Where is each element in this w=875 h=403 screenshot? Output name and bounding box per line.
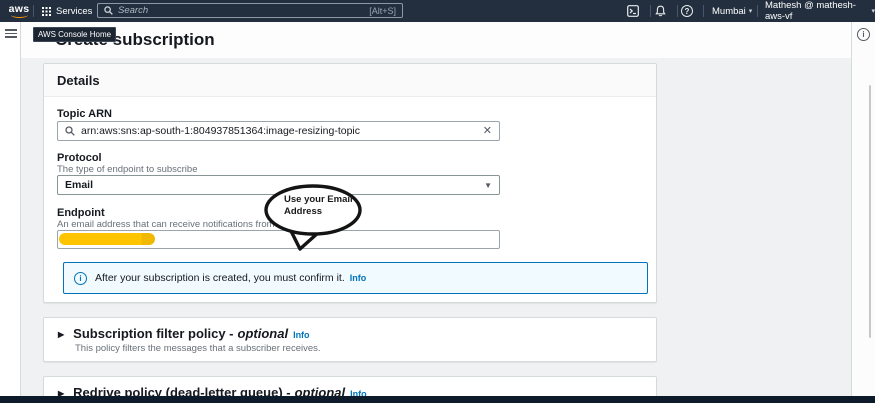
filter-policy-info-link[interactable]: Info <box>293 330 310 340</box>
topic-arn-input[interactable]: arn:aws:sns:ap-south-1:804937851364:imag… <box>57 121 500 141</box>
grid-icon <box>42 6 51 16</box>
clear-input-icon[interactable]: ✕ <box>483 125 492 137</box>
filter-policy-description: This policy filters the messages that a … <box>75 343 321 354</box>
divider <box>757 5 758 17</box>
scrollbar-thumb[interactable] <box>869 85 871 338</box>
collapsed-side-nav <box>0 22 21 396</box>
details-card-header: Details <box>44 64 656 97</box>
alert-info-link[interactable]: Info <box>350 273 367 283</box>
question-mark-icon: ? <box>681 5 693 17</box>
topic-arn-label: Topic ARN <box>57 108 112 120</box>
cloudshell-button[interactable] <box>627 0 639 22</box>
annotation-text-line1: Use your Email <box>284 194 353 205</box>
expand-caret-icon[interactable]: ▶ <box>58 330 64 339</box>
help-side-panel <box>851 22 875 396</box>
confirm-subscription-alert: i After your subscription is created, yo… <box>63 262 648 294</box>
aws-console-create-subscription-page: aws Services Search [Alt+S] ? Mumbai ▾ M… <box>0 0 875 403</box>
divider <box>650 5 651 17</box>
services-menu-button[interactable]: Services <box>42 0 92 22</box>
divider <box>703 5 704 17</box>
help-panel-info-icon[interactable]: i <box>857 28 870 41</box>
filter-policy-title: Subscription filter policy - <box>73 326 234 341</box>
search-input[interactable]: Search [Alt+S] <box>97 3 403 18</box>
divider <box>33 5 34 17</box>
account-menu[interactable]: Mathesh @ mathesh-aws-vf ▾ <box>765 0 875 22</box>
details-card-title: Details <box>57 72 100 88</box>
chevron-down-icon: ▾ <box>748 8 753 15</box>
protocol-label: Protocol <box>57 152 102 164</box>
chevron-down-icon: ▾ <box>871 8 875 15</box>
search-shortcut: [Alt+S] <box>369 5 396 16</box>
help-button[interactable]: ? <box>681 0 693 22</box>
redacted-email-highlight <box>59 233 155 245</box>
search-icon <box>104 6 113 15</box>
protocol-selected-value: Email <box>65 179 94 191</box>
aws-console-home-tooltip: AWS Console Home <box>33 27 117 42</box>
search-icon <box>65 126 75 136</box>
hamburger-menu-icon[interactable] <box>5 29 17 38</box>
divider <box>677 5 678 17</box>
topic-arn-value: arn:aws:sns:ap-south-1:804937851364:imag… <box>81 125 360 137</box>
account-label: Mathesh @ mathesh-aws-vf <box>765 0 856 22</box>
bell-icon <box>655 5 666 17</box>
services-label: Services <box>56 5 93 17</box>
protocol-description: The type of endpoint to subscribe <box>57 164 198 175</box>
filter-policy-optional: optional <box>237 326 289 341</box>
notifications-button[interactable] <box>655 0 666 22</box>
top-nav-bar: aws Services Search [Alt+S] ? Mumbai ▾ M… <box>0 0 875 22</box>
info-icon: i <box>74 271 87 285</box>
aws-logo[interactable]: aws <box>8 3 30 19</box>
region-label: Mumbai <box>712 5 746 17</box>
alert-text: After your subscription is created, you … <box>95 272 345 284</box>
annotation-text-line2: Address <box>284 206 323 217</box>
cloudshell-terminal-icon <box>627 5 639 17</box>
bottom-window-edge <box>0 396 875 403</box>
subscription-filter-policy-section[interactable]: ▶ Subscription filter policy - optional … <box>43 317 657 362</box>
select-caret-icon: ▼ <box>484 180 492 190</box>
region-selector[interactable]: Mumbai ▾ <box>712 0 752 22</box>
endpoint-label: Endpoint <box>57 207 105 219</box>
search-placeholder: Search <box>118 5 149 16</box>
